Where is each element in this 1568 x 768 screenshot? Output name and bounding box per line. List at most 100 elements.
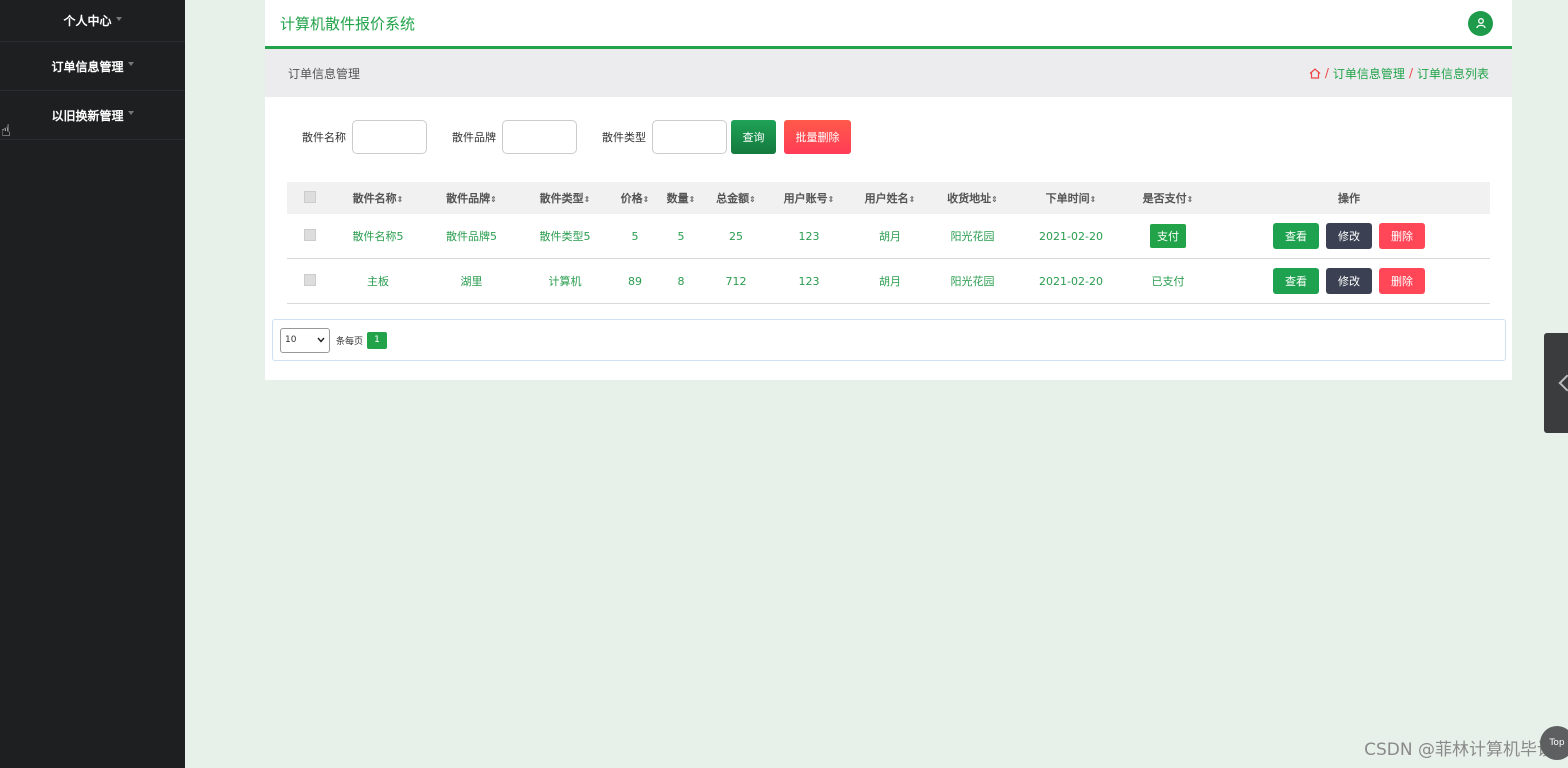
- chevron-down-icon: [317, 337, 325, 343]
- orders-table: 散件名称⇕ 散件品牌⇕ 散件类型⇕ 价格⇕ 数量⇕ 总金额⇕ 用户账号⇕ 用户姓…: [287, 182, 1490, 304]
- breadcrumb-separator: /: [1324, 66, 1329, 80]
- column-header-quantity[interactable]: 数量⇕: [659, 190, 703, 206]
- column-header-address[interactable]: 收货地址⇕: [931, 190, 1014, 206]
- page-size-select[interactable]: 10: [280, 327, 330, 353]
- row-actions: 查看 修改 删除: [1208, 223, 1490, 249]
- cell-order-time: 2021-02-20: [1039, 229, 1103, 243]
- page-number-current[interactable]: 1: [367, 331, 388, 349]
- part-brand-input[interactable]: [502, 120, 577, 154]
- cell-part-name: 主板: [367, 275, 389, 288]
- part-name-input[interactable]: [352, 120, 427, 154]
- sidebar-item-trade-in-management[interactable]: 以旧换新管理: [0, 91, 185, 140]
- sort-icon[interactable]: ⇕: [1090, 195, 1097, 204]
- side-drawer-handle[interactable]: [1544, 333, 1568, 433]
- cell-total: 712: [725, 274, 747, 288]
- table-header-row: 散件名称⇕ 散件品牌⇕ 散件类型⇕ 价格⇕ 数量⇕ 总金额⇕ 用户账号⇕ 用户姓…: [287, 182, 1490, 214]
- main-panel: 计算机散件报价系统 订单信息管理 / 订单信息管理 / 订单信息列表 散件名称 …: [265, 0, 1512, 380]
- column-header-part-type[interactable]: 散件类型⇕: [519, 190, 611, 206]
- cell-user-name: 胡月: [879, 230, 901, 243]
- row-checkbox[interactable]: [303, 273, 316, 286]
- cell-quantity: 5: [677, 229, 685, 243]
- top-bar: 计算机散件报价系统: [265, 0, 1512, 49]
- hand-cursor-icon: ☝: [1, 121, 11, 140]
- sidebar-item-label: 以旧换新管理: [51, 108, 124, 123]
- part-type-input[interactable]: [652, 120, 727, 154]
- table-row: 散件名称5 散件品牌5 散件类型5 5 5 25 123 胡月 阳光花园 202…: [287, 214, 1490, 259]
- cell-part-brand: 湖里: [460, 275, 483, 288]
- search-form: 散件名称 散件品牌 散件类型 查询 批量删除: [302, 120, 851, 154]
- per-page-label: 条每页: [336, 336, 364, 347]
- sort-icon[interactable]: ⇕: [749, 195, 756, 204]
- part-name-label: 散件名称: [302, 131, 346, 144]
- edit-button[interactable]: 修改: [1326, 223, 1372, 249]
- sidebar-item-label: 个人中心: [63, 14, 112, 28]
- back-to-top-button[interactable]: Top: [1540, 726, 1568, 760]
- sort-icon[interactable]: ⇕: [490, 195, 497, 204]
- column-header-total[interactable]: 总金额⇕: [703, 190, 769, 206]
- column-header-order-time[interactable]: 下单时间⇕: [1014, 190, 1128, 206]
- sort-icon[interactable]: ⇕: [397, 195, 404, 204]
- select-all-checkbox[interactable]: [303, 190, 316, 203]
- view-button[interactable]: 查看: [1273, 268, 1319, 294]
- pagination: 10 条每页 1: [272, 319, 1506, 361]
- app-title: 计算机散件报价系统: [280, 14, 416, 33]
- column-header-user-name[interactable]: 用户姓名⇕: [849, 190, 931, 206]
- page-size-value: 10: [285, 335, 297, 345]
- home-icon[interactable]: [1309, 67, 1321, 79]
- delete-button[interactable]: 删除: [1379, 268, 1425, 294]
- pay-button[interactable]: 支付: [1150, 224, 1186, 248]
- cell-paid-status: 已支付: [1151, 275, 1185, 288]
- edit-button[interactable]: 修改: [1326, 268, 1372, 294]
- sort-icon[interactable]: ⇕: [909, 195, 916, 204]
- cell-quantity: 8: [677, 274, 685, 288]
- sort-icon[interactable]: ⇕: [991, 195, 998, 204]
- sidebar: 个人中心 订单信息管理 以旧换新管理 ☝: [0, 0, 185, 768]
- chevron-down-icon: [127, 111, 134, 115]
- breadcrumb-bar: 订单信息管理 / 订单信息管理 / 订单信息列表: [265, 49, 1512, 97]
- cell-account: 123: [798, 274, 820, 288]
- sort-icon[interactable]: ⇕: [584, 195, 591, 204]
- sort-icon[interactable]: ⇕: [828, 195, 835, 204]
- part-type-label: 散件类型: [602, 131, 646, 144]
- part-brand-label: 散件品牌: [452, 131, 496, 144]
- cell-address: 阳光花园: [950, 275, 995, 288]
- column-header-account[interactable]: 用户账号⇕: [769, 190, 849, 206]
- breadcrumb-link-order-management[interactable]: 订单信息管理: [1333, 65, 1405, 82]
- query-button[interactable]: 查询: [731, 120, 776, 154]
- sidebar-item-personal-center[interactable]: 个人中心: [0, 0, 185, 42]
- cell-user-name: 胡月: [879, 275, 901, 288]
- cell-price: 89: [628, 274, 642, 288]
- column-header-price[interactable]: 价格⇕: [611, 190, 659, 206]
- column-header-part-brand[interactable]: 散件品牌⇕: [424, 190, 519, 206]
- row-checkbox[interactable]: [303, 228, 316, 241]
- row-actions: 查看 修改 删除: [1208, 268, 1490, 294]
- cell-order-time: 2021-02-20: [1039, 274, 1103, 288]
- sort-icon[interactable]: ⇕: [689, 195, 696, 204]
- table-row: 主板 湖里 计算机 89 8 712 123 胡月 阳光花园 2021-02-2…: [287, 259, 1490, 304]
- column-header-paid[interactable]: 是否支付⇕: [1128, 190, 1208, 206]
- cell-total: 25: [729, 229, 743, 243]
- batch-delete-button[interactable]: 批量删除: [784, 120, 851, 154]
- cell-part-brand: 散件品牌5: [446, 230, 497, 243]
- cell-price: 5: [631, 229, 639, 243]
- page-title: 订单信息管理: [288, 66, 361, 81]
- sidebar-item-order-management[interactable]: 订单信息管理: [0, 42, 185, 91]
- column-header-actions: 操作: [1338, 192, 1360, 205]
- breadcrumb-current-order-list: 订单信息列表: [1416, 66, 1489, 81]
- delete-button[interactable]: 删除: [1379, 223, 1425, 249]
- view-button[interactable]: 查看: [1273, 223, 1319, 249]
- user-icon: [1475, 18, 1486, 29]
- user-avatar-icon[interactable]: [1468, 10, 1493, 36]
- cell-account: 123: [798, 229, 820, 243]
- breadcrumb-separator: /: [1408, 66, 1413, 80]
- column-header-part-name[interactable]: 散件名称⇕: [332, 190, 424, 206]
- sidebar-item-label: 订单信息管理: [51, 59, 124, 74]
- breadcrumb: / 订单信息管理 / 订单信息列表: [1309, 65, 1489, 82]
- cell-part-name: 散件名称5: [352, 230, 404, 243]
- cell-part-type: 计算机: [548, 275, 582, 288]
- sort-icon[interactable]: ⇕: [643, 195, 650, 204]
- cell-part-type: 散件类型5: [539, 230, 591, 243]
- sort-icon[interactable]: ⇕: [1187, 195, 1194, 204]
- watermark: CSDN @菲林计算机毕设: [1364, 740, 1554, 760]
- cell-address: 阳光花园: [950, 230, 995, 243]
